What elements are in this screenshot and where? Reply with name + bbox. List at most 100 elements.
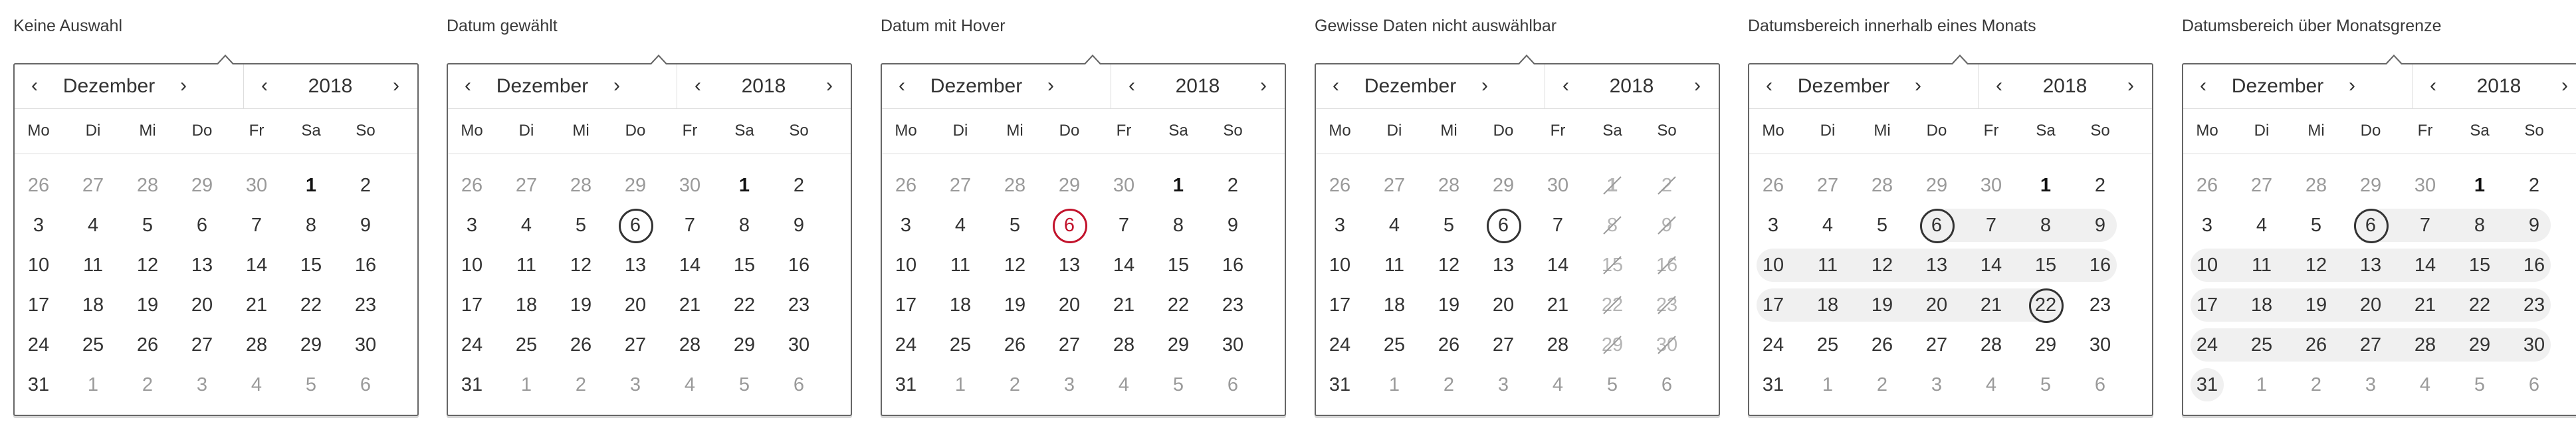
calendar-day[interactable]: 4 [66, 205, 120, 245]
calendar-day[interactable]: 19 [554, 285, 608, 325]
calendar-day-outside-month[interactable]: 29 [608, 165, 663, 205]
calendar-day[interactable]: 16 [338, 245, 393, 285]
calendar-day-outside-month[interactable]: 1 [933, 365, 988, 405]
month-prev-button[interactable]: ‹ [1321, 64, 1350, 108]
calendar-day[interactable]: 5 [120, 205, 175, 245]
calendar-day[interactable]: 15 [284, 245, 338, 285]
calendar-day[interactable]: 6 [175, 205, 229, 245]
calendar-day[interactable]: 26 [1855, 325, 1909, 365]
calendar-day[interactable]: 30 [1206, 325, 1260, 365]
calendar-day[interactable]: 27 [1042, 325, 1097, 365]
calendar-day[interactable]: 3 [445, 205, 499, 245]
calendar-day[interactable]: 17 [2180, 285, 2234, 325]
month-prev-button[interactable]: ‹ [2189, 64, 2218, 108]
calendar-day[interactable]: 5 [1855, 205, 1909, 245]
calendar-day[interactable]: 14 [663, 245, 717, 285]
calendar-day[interactable]: 16 [772, 245, 826, 285]
calendar-day-today[interactable]: 1 [2018, 165, 2073, 205]
calendar-day-outside-month[interactable]: 27 [1800, 165, 1855, 205]
calendar-day[interactable]: 12 [988, 245, 1042, 285]
calendar-day[interactable]: 9 [338, 205, 393, 245]
year-prev-button[interactable]: ‹ [1551, 64, 1580, 108]
calendar-day-outside-month[interactable]: 30 [1531, 165, 1585, 205]
calendar-day[interactable]: 23 [2073, 285, 2127, 325]
calendar-day[interactable]: 10 [2180, 245, 2234, 285]
calendar-day-outside-month[interactable]: 28 [2289, 165, 2343, 205]
calendar-day[interactable]: 25 [2234, 325, 2289, 365]
month-next-button[interactable]: › [1903, 64, 1933, 108]
calendar-day[interactable]: 28 [1531, 325, 1585, 365]
calendar-day-outside-month[interactable]: 2 [2289, 365, 2343, 405]
calendar-day[interactable]: 27 [608, 325, 663, 365]
calendar-day-outside-month[interactable]: 5 [284, 365, 338, 405]
calendar-day[interactable]: 15 [2018, 245, 2073, 285]
calendar-day[interactable]: 19 [2289, 285, 2343, 325]
year-next-button[interactable]: › [2116, 64, 2145, 108]
calendar-day[interactable]: 7 [1097, 205, 1151, 245]
calendar-day-outside-month[interactable]: 2 [988, 365, 1042, 405]
calendar-day[interactable]: 30 [338, 325, 393, 365]
calendar-day[interactable]: 17 [445, 285, 499, 325]
calendar-day-outside-month[interactable]: 1 [2234, 365, 2289, 405]
calendar-day[interactable]: 26 [2289, 325, 2343, 365]
calendar-day[interactable]: 8 [2018, 205, 2073, 245]
calendar-day[interactable]: 17 [879, 285, 933, 325]
calendar-day[interactable]: 26 [988, 325, 1042, 365]
calendar-day[interactable]: 30 [2507, 325, 2561, 365]
calendar-day[interactable]: 14 [1531, 245, 1585, 285]
calendar-day-outside-month[interactable]: 5 [717, 365, 772, 405]
calendar-day[interactable]: 8 [717, 205, 772, 245]
calendar-day[interactable]: 8 [284, 205, 338, 245]
calendar-day[interactable]: 24 [1313, 325, 1367, 365]
calendar-day-selected[interactable]: 6 [608, 205, 663, 245]
calendar-day[interactable]: 30 [2073, 325, 2127, 365]
calendar-day[interactable]: 31 [2180, 365, 2234, 405]
calendar-day-outside-month[interactable]: 28 [120, 165, 175, 205]
calendar-day-outside-month[interactable]: 4 [1964, 365, 2018, 405]
calendar-day[interactable]: 3 [1313, 205, 1367, 245]
calendar-day-selected[interactable]: 6 [2343, 205, 2398, 245]
calendar-day-outside-month[interactable]: 5 [2018, 365, 2073, 405]
calendar-day[interactable]: 10 [445, 245, 499, 285]
calendar-day[interactable]: 4 [1800, 205, 1855, 245]
calendar-day[interactable]: 8 [2452, 205, 2507, 245]
calendar-day[interactable]: 3 [11, 205, 66, 245]
calendar-day[interactable]: 21 [1964, 285, 2018, 325]
month-label[interactable]: Dezember [49, 64, 169, 108]
calendar-day[interactable]: 4 [499, 205, 554, 245]
calendar-day[interactable]: 3 [1746, 205, 1800, 245]
calendar-day[interactable]: 29 [2452, 325, 2507, 365]
calendar-day-outside-month[interactable]: 26 [11, 165, 66, 205]
calendar-day[interactable]: 4 [1367, 205, 1422, 245]
calendar-day-outside-month[interactable]: 26 [2180, 165, 2234, 205]
month-next-button[interactable]: › [602, 64, 631, 108]
calendar-day-today[interactable]: 1 [284, 165, 338, 205]
calendar-day-outside-month[interactable]: 5 [1585, 365, 1640, 405]
calendar-day-outside-month[interactable]: 28 [988, 165, 1042, 205]
calendar-day[interactable]: 25 [499, 325, 554, 365]
calendar-day[interactable]: 4 [2234, 205, 2289, 245]
calendar-day[interactable]: 17 [1313, 285, 1367, 325]
calendar-day[interactable]: 11 [1800, 245, 1855, 285]
calendar-day[interactable]: 22 [1151, 285, 1206, 325]
calendar-day[interactable]: 20 [608, 285, 663, 325]
calendar-day-today[interactable]: 1 [2452, 165, 2507, 205]
calendar-day[interactable]: 16 [2073, 245, 2127, 285]
calendar-day[interactable]: 10 [1313, 245, 1367, 285]
calendar-day[interactable]: 7 [1964, 205, 2018, 245]
calendar-day[interactable]: 2 [338, 165, 393, 205]
calendar-day-hovered[interactable]: 6 [1042, 205, 1097, 245]
calendar-day[interactable]: 13 [1909, 245, 1964, 285]
calendar-day-outside-month[interactable]: 6 [1640, 365, 1694, 405]
calendar-day[interactable]: 17 [11, 285, 66, 325]
calendar-day[interactable]: 10 [879, 245, 933, 285]
calendar-day[interactable]: 21 [663, 285, 717, 325]
calendar-day[interactable]: 31 [1313, 365, 1367, 405]
calendar-day-outside-month[interactable]: 3 [1042, 365, 1097, 405]
calendar-day[interactable]: 11 [499, 245, 554, 285]
calendar-day-outside-month[interactable]: 3 [1909, 365, 1964, 405]
calendar-day-outside-month[interactable]: 26 [1746, 165, 1800, 205]
calendar-day[interactable]: 12 [120, 245, 175, 285]
calendar-day[interactable]: 20 [1476, 285, 1531, 325]
calendar-day[interactable]: 24 [445, 325, 499, 365]
